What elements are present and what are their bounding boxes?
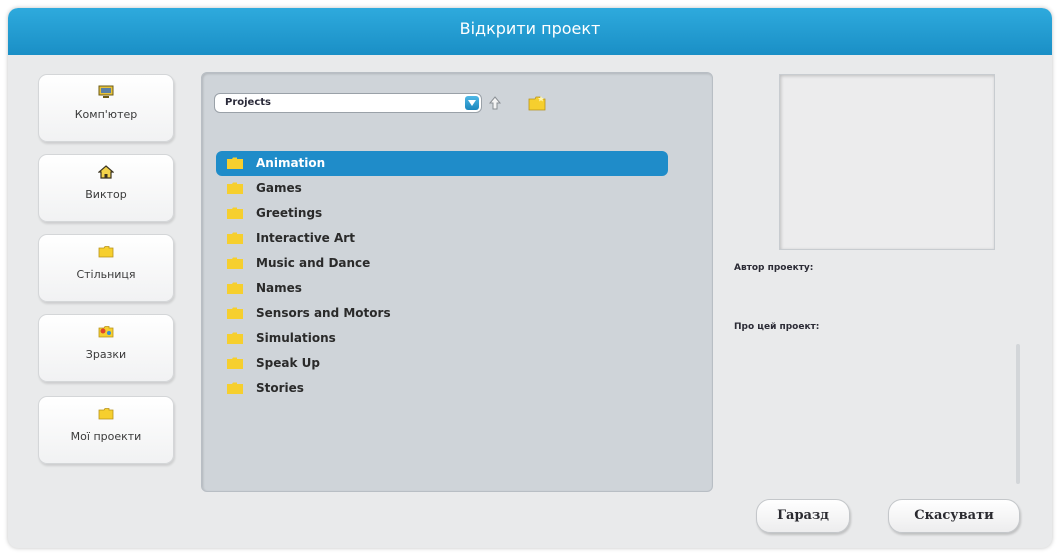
dialog-title: Відкрити проект <box>8 8 1052 55</box>
project-notes-area[interactable] <box>724 340 1024 488</box>
folder-name: Greetings <box>256 206 323 220</box>
list-item[interactable]: Animation <box>216 151 668 176</box>
folder-icon <box>227 157 243 169</box>
list-item[interactable]: Games <box>216 176 668 201</box>
ok-button[interactable]: Гаразд <box>756 499 850 533</box>
folder-name: Stories <box>256 381 304 395</box>
list-item[interactable]: Sensors and Motors <box>216 301 668 326</box>
folder-icon <box>227 232 243 244</box>
home-icon <box>98 165 114 179</box>
list-item[interactable]: Greetings <box>216 201 668 226</box>
folder-name: Animation <box>256 156 326 170</box>
project-thumbnail-preview <box>779 74 995 250</box>
list-item[interactable]: Interactive Art <box>216 226 668 251</box>
list-item[interactable]: Music and Dance <box>216 251 668 276</box>
folder-icon <box>227 182 243 194</box>
sidebar-item-samples[interactable]: Зразки <box>38 314 174 382</box>
folder-up-icon[interactable] <box>488 95 502 111</box>
folder-icon <box>227 382 243 394</box>
project-folder-list: Animation Games Greetings Interactive Ar… <box>216 151 668 401</box>
folder-icon <box>227 257 243 269</box>
sidebar-item-label: Виктор <box>85 188 127 201</box>
folder-icon <box>98 246 114 258</box>
cancel-button[interactable]: Скасувати <box>888 499 1020 533</box>
sidebar-item-label: Стільниця <box>76 268 136 281</box>
sidebar-item-label: Мої проекти <box>70 430 142 443</box>
sidebar-item-computer[interactable]: Комп'ютер <box>38 74 174 142</box>
open-project-dialog: Відкрити проект Комп'ютер Виктор Стільни… <box>8 8 1052 548</box>
author-label: Автор проекту: <box>734 263 814 273</box>
sidebar-item-desktop[interactable]: Стільниця <box>38 234 174 302</box>
folder-name: Names <box>256 281 302 295</box>
folder-icon <box>227 307 243 319</box>
list-item[interactable]: Stories <box>216 376 668 401</box>
folder-icon <box>227 332 243 344</box>
folder-name: Games <box>256 181 302 195</box>
folder-name: Interactive Art <box>256 231 355 245</box>
about-label: Про цей проект: <box>734 322 820 332</box>
new-folder-icon[interactable] <box>528 95 546 111</box>
folder-icon <box>227 207 243 219</box>
folder-name: Sensors and Motors <box>256 306 391 320</box>
path-dropdown-value: Projects <box>225 97 272 108</box>
path-dropdown[interactable]: Projects <box>214 93 482 113</box>
folder-icon <box>98 408 114 420</box>
list-item[interactable]: Names <box>216 276 668 301</box>
sidebar-item-my-projects[interactable]: Мої проекти <box>38 396 174 464</box>
sidebar-item-home[interactable]: Виктор <box>38 154 174 222</box>
notes-scrollbar[interactable] <box>1016 344 1020 484</box>
folder-name: Music and Dance <box>256 256 371 270</box>
folder-name: Simulations <box>256 331 336 345</box>
list-item[interactable]: Simulations <box>216 326 668 351</box>
chevron-down-icon[interactable] <box>465 96 479 110</box>
sidebar-item-label: Комп'ютер <box>74 108 138 121</box>
folder-icon <box>227 357 243 369</box>
folder-name: Speak Up <box>256 356 320 370</box>
computer-icon <box>98 85 114 98</box>
folder-icon <box>227 282 243 294</box>
samples-icon <box>98 326 114 338</box>
sidebar-item-label: Зразки <box>85 348 127 361</box>
list-item[interactable]: Speak Up <box>216 351 668 376</box>
file-browser-panel: Projects Animation Games Greetings Inter… <box>201 72 713 492</box>
